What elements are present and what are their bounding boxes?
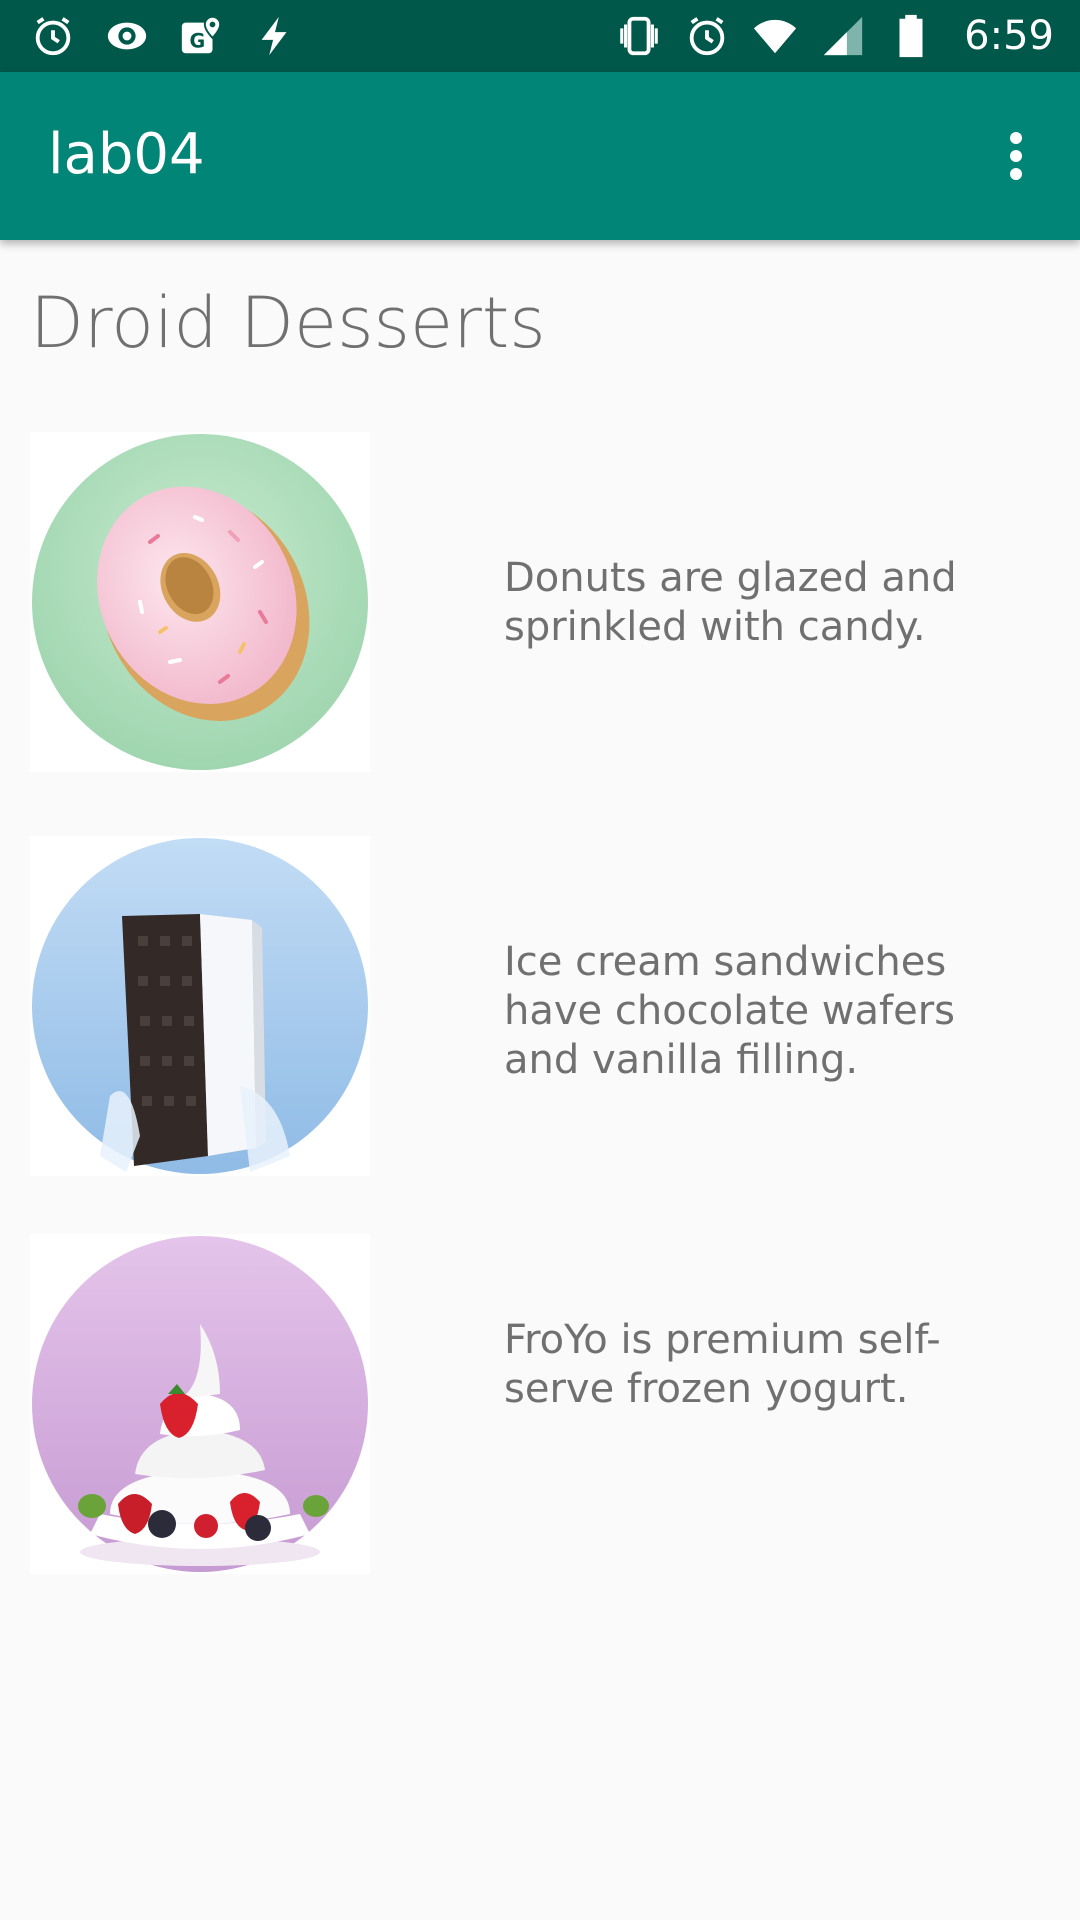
dessert-description: Ice cream sandwiches have chocolate wafe… <box>504 939 955 1083</box>
dessert-item-donut: Donuts are glazed and sprinkled with can… <box>30 432 1050 772</box>
flash-icon <box>261 16 287 56</box>
status-bar: G 6:59 <box>0 0 1080 72</box>
more-vert-icon <box>1010 132 1022 180</box>
ice-cream-sandwich-image[interactable] <box>30 836 370 1176</box>
eye-icon <box>107 22 147 50</box>
wifi-icon <box>754 19 797 54</box>
status-bar-left: G <box>30 0 298 72</box>
app-bar: lab04 <box>0 72 1080 240</box>
dessert-item-froyo: FroYo is premium self-serve frozen yogur… <box>30 1234 1050 1574</box>
donut-image[interactable] <box>30 432 370 772</box>
svg-text:G: G <box>190 30 206 53</box>
alarm-icon <box>35 17 71 56</box>
vibrate-icon <box>620 16 658 56</box>
dessert-description: FroYo is premium self-serve frozen yogur… <box>504 1317 941 1412</box>
status-time: 6:59 <box>964 13 1054 59</box>
alarm-icon <box>689 17 725 56</box>
app-title: lab04 <box>48 122 205 187</box>
froyo-image[interactable] <box>30 1234 370 1574</box>
overflow-menu-button[interactable] <box>980 120 1052 192</box>
signal-icon <box>824 16 863 56</box>
battery-icon <box>899 14 923 58</box>
page-title: Droid Desserts <box>30 282 546 364</box>
maps-icon: G <box>181 15 222 54</box>
status-bar-right: 6:59 <box>616 0 1054 72</box>
dessert-item-ice-cream-sandwich: Ice cream sandwiches have chocolate wafe… <box>30 836 1050 1176</box>
dessert-description: Donuts are glazed and sprinkled with can… <box>504 555 957 650</box>
